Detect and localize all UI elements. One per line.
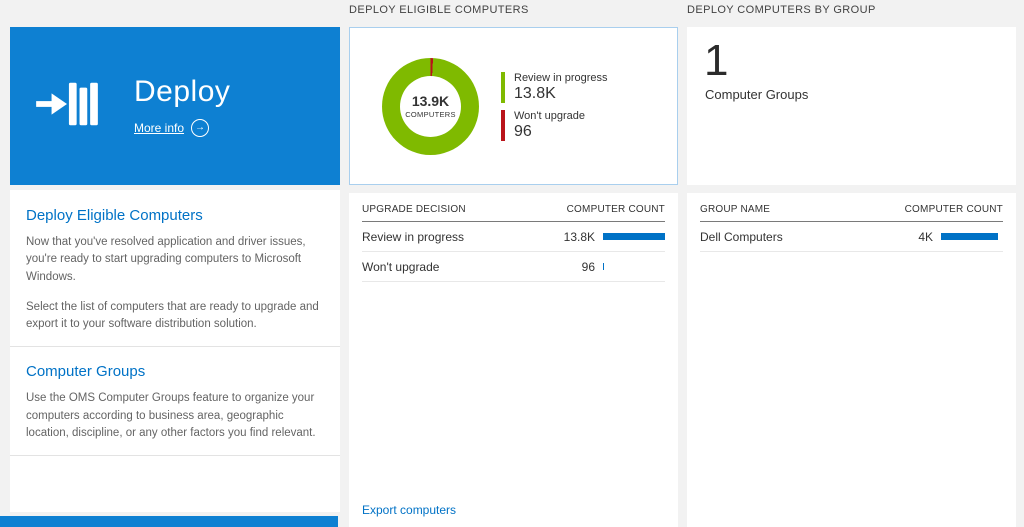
section-heading-computer-groups: Computer Groups <box>26 363 324 380</box>
table-row-review-in-progress[interactable]: Review in progress 13.8K <box>362 222 665 252</box>
deploy-icon <box>36 77 98 136</box>
legend-item-review-in-progress: Review in progress 13.8K <box>501 72 608 103</box>
count-bar <box>603 263 604 270</box>
row-label: Won't upgrade <box>362 260 439 274</box>
legend-value: 96 <box>514 123 585 141</box>
section-divider <box>10 346 340 347</box>
table-header-row: GROUP NAME COMPUTER COUNT <box>700 193 1003 222</box>
table-row-dell-computers[interactable]: Dell Computers 4K <box>700 222 1003 252</box>
table-row-wont-upgrade[interactable]: Won't upgrade 96 <box>362 252 665 282</box>
count-bar-track <box>603 263 665 270</box>
section-paragraph: Select the list of computers that are re… <box>26 299 324 334</box>
right-column-header: DEPLOY COMPUTERS BY GROUP <box>687 4 876 16</box>
legend-label: Review in progress <box>514 72 608 84</box>
group-count-label: Computer Groups <box>705 87 1016 102</box>
tile-title: Deploy <box>134 75 230 109</box>
donut-center-label: COMPUTERS <box>405 110 456 119</box>
more-info-link[interactable]: More info <box>134 121 184 135</box>
donut-chart[interactable]: 13.9K COMPUTERS <box>382 58 479 155</box>
donut-center: 13.9K COMPUTERS <box>400 76 461 137</box>
description-panel: Deploy Eligible Computers Now that you'v… <box>10 190 340 512</box>
count-bar-track <box>603 233 665 240</box>
column-header-computer-count: COMPUTER COUNT <box>905 204 1003 215</box>
legend-color-bar <box>501 110 505 141</box>
count-bar-track <box>941 233 1003 240</box>
more-info-arrow-icon[interactable]: → <box>191 119 209 137</box>
count-bar <box>941 233 998 240</box>
column-header-upgrade-decision: UPGRADE DECISION <box>362 204 466 215</box>
donut-center-value: 13.9K <box>412 93 449 109</box>
legend-item-wont-upgrade: Won't upgrade 96 <box>501 110 608 141</box>
computer-groups-card[interactable]: 1 Computer Groups <box>687 27 1016 185</box>
eligible-computers-card[interactable]: 13.9K COMPUTERS Review in progress 13.8K… <box>349 27 678 185</box>
row-value: 13.8K <box>553 230 595 244</box>
deploy-tile[interactable]: Deploy More info → <box>10 27 340 185</box>
export-computers-link[interactable]: Export computers <box>362 503 456 517</box>
legend-value: 13.8K <box>514 85 608 103</box>
count-bar <box>603 233 665 240</box>
column-header-computer-count: COMPUTER COUNT <box>567 204 665 215</box>
donut-legend: Review in progress 13.8K Won't upgrade 9… <box>501 72 608 141</box>
section-paragraph: Now that you've resolved application and… <box>26 234 324 286</box>
section-heading-deploy-eligible: Deploy Eligible Computers <box>26 207 324 224</box>
upgrade-decision-table-panel: UPGRADE DECISION COMPUTER COUNT Review i… <box>349 193 678 527</box>
legend-color-bar <box>501 72 505 103</box>
group-count-value: 1 <box>704 37 1016 85</box>
tile-footer-strip <box>0 516 338 527</box>
row-label: Dell Computers <box>700 230 783 244</box>
group-table-panel: GROUP NAME COMPUTER COUNT Dell Computers… <box>687 193 1016 527</box>
column-header-group-name: GROUP NAME <box>700 204 770 215</box>
row-value: 4K <box>891 230 933 244</box>
table-header-row: UPGRADE DECISION COMPUTER COUNT <box>362 193 665 222</box>
section-paragraph: Use the OMS Computer Groups feature to o… <box>26 390 324 442</box>
row-label: Review in progress <box>362 230 464 244</box>
legend-label: Won't upgrade <box>514 110 585 122</box>
row-value: 96 <box>553 260 595 274</box>
middle-column-header: DEPLOY ELIGIBLE COMPUTERS <box>349 4 529 16</box>
section-divider <box>10 455 340 456</box>
